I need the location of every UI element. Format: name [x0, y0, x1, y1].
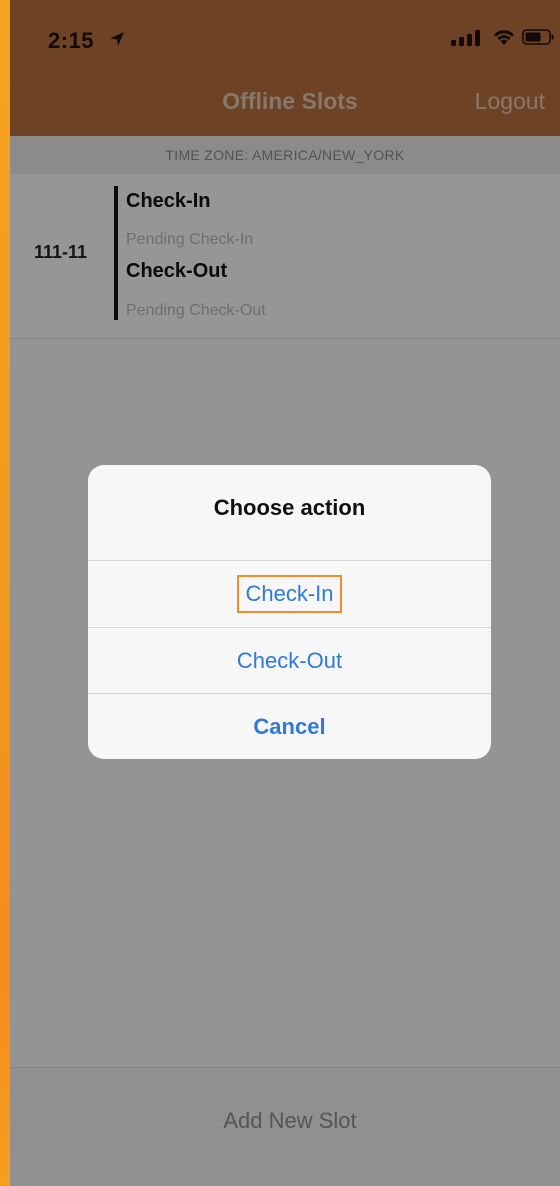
checkin-action-label: Check-In [237, 575, 342, 613]
action-alert: Choose action Check-In Check-Out Cancel [88, 465, 491, 759]
phone-screen: 2:15 Offline Slots Logout TIME ZONE: AME… [10, 0, 560, 1186]
checkout-action-button[interactable]: Check-Out [88, 628, 491, 694]
alert-title: Choose action [213, 495, 366, 520]
cancel-button[interactable]: Cancel [88, 694, 491, 759]
checkin-action-button[interactable]: Check-In [88, 561, 491, 627]
